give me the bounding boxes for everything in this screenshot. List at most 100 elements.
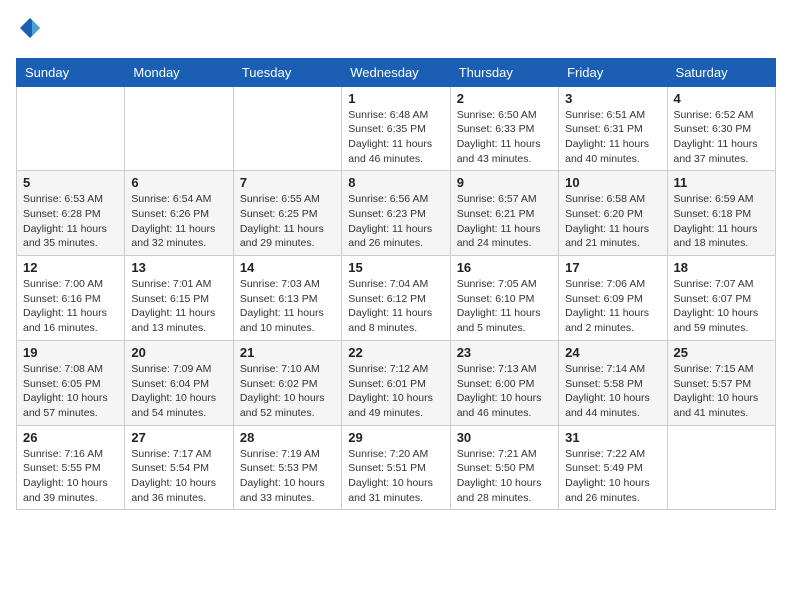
day-info: Sunrise: 6:51 AM Sunset: 6:31 PM Dayligh… (565, 108, 660, 167)
calendar-day-header: Monday (125, 58, 233, 86)
calendar-header-row: SundayMondayTuesdayWednesdayThursdayFrid… (17, 58, 776, 86)
calendar-table: SundayMondayTuesdayWednesdayThursdayFrid… (16, 58, 776, 511)
day-number: 20 (131, 345, 226, 360)
day-number: 8 (348, 175, 443, 190)
calendar-cell: 24 Sunrise: 7:14 AM Sunset: 5:58 PM Dayli… (559, 340, 667, 425)
calendar-cell: 3 Sunrise: 6:51 AM Sunset: 6:31 PM Daylig… (559, 86, 667, 171)
day-info: Sunrise: 6:55 AM Sunset: 6:25 PM Dayligh… (240, 192, 335, 251)
calendar-cell: 4 Sunrise: 6:52 AM Sunset: 6:30 PM Daylig… (667, 86, 775, 171)
calendar-day-header: Sunday (17, 58, 125, 86)
day-number: 10 (565, 175, 660, 190)
calendar-cell: 17 Sunrise: 7:06 AM Sunset: 6:09 PM Dayli… (559, 256, 667, 341)
logo (16, 16, 42, 46)
calendar-cell: 9 Sunrise: 6:57 AM Sunset: 6:21 PM Daylig… (450, 171, 558, 256)
logo-icon (18, 16, 42, 40)
day-info: Sunrise: 7:05 AM Sunset: 6:10 PM Dayligh… (457, 277, 552, 336)
day-number: 7 (240, 175, 335, 190)
calendar-cell: 13 Sunrise: 7:01 AM Sunset: 6:15 PM Dayli… (125, 256, 233, 341)
calendar-cell: 31 Sunrise: 7:22 AM Sunset: 5:49 PM Dayli… (559, 425, 667, 510)
calendar-cell: 12 Sunrise: 7:00 AM Sunset: 6:16 PM Dayli… (17, 256, 125, 341)
day-info: Sunrise: 7:12 AM Sunset: 6:01 PM Dayligh… (348, 362, 443, 421)
calendar-cell: 6 Sunrise: 6:54 AM Sunset: 6:26 PM Daylig… (125, 171, 233, 256)
day-info: Sunrise: 7:01 AM Sunset: 6:15 PM Dayligh… (131, 277, 226, 336)
calendar-cell: 18 Sunrise: 7:07 AM Sunset: 6:07 PM Dayli… (667, 256, 775, 341)
calendar-cell: 7 Sunrise: 6:55 AM Sunset: 6:25 PM Daylig… (233, 171, 341, 256)
day-number: 6 (131, 175, 226, 190)
day-number: 17 (565, 260, 660, 275)
calendar-cell: 28Sunrise: 7:19 AM Sunset: 5:53 PM Dayli… (233, 425, 341, 510)
day-number: 24 (565, 345, 660, 360)
calendar-cell (233, 86, 341, 171)
day-number: 27 (131, 430, 226, 445)
calendar-cell (17, 86, 125, 171)
day-number: 13 (131, 260, 226, 275)
day-info: Sunrise: 7:08 AM Sunset: 6:05 PM Dayligh… (23, 362, 118, 421)
day-info: Sunrise: 7:06 AM Sunset: 6:09 PM Dayligh… (565, 277, 660, 336)
day-number: 9 (457, 175, 552, 190)
day-info: Sunrise: 6:48 AM Sunset: 6:35 PM Dayligh… (348, 108, 443, 167)
calendar-cell: 23 Sunrise: 7:13 AM Sunset: 6:00 PM Dayli… (450, 340, 558, 425)
day-number: 26 (23, 430, 118, 445)
calendar-cell: 10 Sunrise: 6:58 AM Sunset: 6:20 PM Dayli… (559, 171, 667, 256)
day-info: Sunrise: 7:00 AM Sunset: 6:16 PM Dayligh… (23, 277, 118, 336)
day-info: Sunrise: 6:52 AM Sunset: 6:30 PM Dayligh… (674, 108, 769, 167)
day-info: Sunrise: 7:20 AM Sunset: 5:51 PM Dayligh… (348, 447, 443, 506)
day-number: 11 (674, 175, 769, 190)
day-number: 1 (348, 91, 443, 106)
calendar-cell: 15 Sunrise: 7:04 AM Sunset: 6:12 PM Dayli… (342, 256, 450, 341)
day-number: 25 (674, 345, 769, 360)
day-info: Sunrise: 7:14 AM Sunset: 5:58 PM Dayligh… (565, 362, 660, 421)
day-number: 22 (348, 345, 443, 360)
day-info: Sunrise: 7:09 AM Sunset: 6:04 PM Dayligh… (131, 362, 226, 421)
day-info: Sunrise: 6:59 AM Sunset: 6:18 PM Dayligh… (674, 192, 769, 251)
calendar-day-header: Thursday (450, 58, 558, 86)
calendar-cell: 26Sunrise: 7:16 AM Sunset: 5:55 PM Dayli… (17, 425, 125, 510)
calendar-cell: 5 Sunrise: 6:53 AM Sunset: 6:28 PM Daylig… (17, 171, 125, 256)
day-info: Sunrise: 7:21 AM Sunset: 5:50 PM Dayligh… (457, 447, 552, 506)
calendar-cell: 19 Sunrise: 7:08 AM Sunset: 6:05 PM Dayli… (17, 340, 125, 425)
day-info: Sunrise: 6:50 AM Sunset: 6:33 PM Dayligh… (457, 108, 552, 167)
day-info: Sunrise: 7:15 AM Sunset: 5:57 PM Dayligh… (674, 362, 769, 421)
calendar-cell: 25 Sunrise: 7:15 AM Sunset: 5:57 PM Dayli… (667, 340, 775, 425)
day-info: Sunrise: 6:56 AM Sunset: 6:23 PM Dayligh… (348, 192, 443, 251)
day-info: Sunrise: 7:07 AM Sunset: 6:07 PM Dayligh… (674, 277, 769, 336)
calendar-cell: 14 Sunrise: 7:03 AM Sunset: 6:13 PM Dayli… (233, 256, 341, 341)
calendar-week-row: 1 Sunrise: 6:48 AM Sunset: 6:35 PM Daylig… (17, 86, 776, 171)
calendar-day-header: Tuesday (233, 58, 341, 86)
day-number: 21 (240, 345, 335, 360)
day-number: 12 (23, 260, 118, 275)
day-number: 19 (23, 345, 118, 360)
day-number: 23 (457, 345, 552, 360)
day-number: 5 (23, 175, 118, 190)
calendar-cell: 21Sunrise: 7:10 AM Sunset: 6:02 PM Dayli… (233, 340, 341, 425)
calendar-day-header: Friday (559, 58, 667, 86)
day-number: 18 (674, 260, 769, 275)
day-number: 31 (565, 430, 660, 445)
day-info: Sunrise: 6:53 AM Sunset: 6:28 PM Dayligh… (23, 192, 118, 251)
day-number: 3 (565, 91, 660, 106)
calendar-day-header: Saturday (667, 58, 775, 86)
day-info: Sunrise: 7:03 AM Sunset: 6:13 PM Dayligh… (240, 277, 335, 336)
calendar-cell: 1 Sunrise: 6:48 AM Sunset: 6:35 PM Daylig… (342, 86, 450, 171)
day-info: Sunrise: 7:22 AM Sunset: 5:49 PM Dayligh… (565, 447, 660, 506)
calendar-week-row: 26Sunrise: 7:16 AM Sunset: 5:55 PM Dayli… (17, 425, 776, 510)
calendar-cell: 8 Sunrise: 6:56 AM Sunset: 6:23 PM Daylig… (342, 171, 450, 256)
day-number: 14 (240, 260, 335, 275)
day-number: 15 (348, 260, 443, 275)
day-info: Sunrise: 6:58 AM Sunset: 6:20 PM Dayligh… (565, 192, 660, 251)
calendar-cell: 22 Sunrise: 7:12 AM Sunset: 6:01 PM Dayli… (342, 340, 450, 425)
day-number: 4 (674, 91, 769, 106)
day-number: 30 (457, 430, 552, 445)
calendar-day-header: Wednesday (342, 58, 450, 86)
day-info: Sunrise: 7:04 AM Sunset: 6:12 PM Dayligh… (348, 277, 443, 336)
page-header (16, 16, 776, 46)
day-info: Sunrise: 6:57 AM Sunset: 6:21 PM Dayligh… (457, 192, 552, 251)
day-number: 28 (240, 430, 335, 445)
calendar-cell: 30 Sunrise: 7:21 AM Sunset: 5:50 PM Dayli… (450, 425, 558, 510)
day-number: 16 (457, 260, 552, 275)
day-info: Sunrise: 6:54 AM Sunset: 6:26 PM Dayligh… (131, 192, 226, 251)
calendar-week-row: 5 Sunrise: 6:53 AM Sunset: 6:28 PM Daylig… (17, 171, 776, 256)
day-info: Sunrise: 7:13 AM Sunset: 6:00 PM Dayligh… (457, 362, 552, 421)
day-number: 2 (457, 91, 552, 106)
day-number: 29 (348, 430, 443, 445)
